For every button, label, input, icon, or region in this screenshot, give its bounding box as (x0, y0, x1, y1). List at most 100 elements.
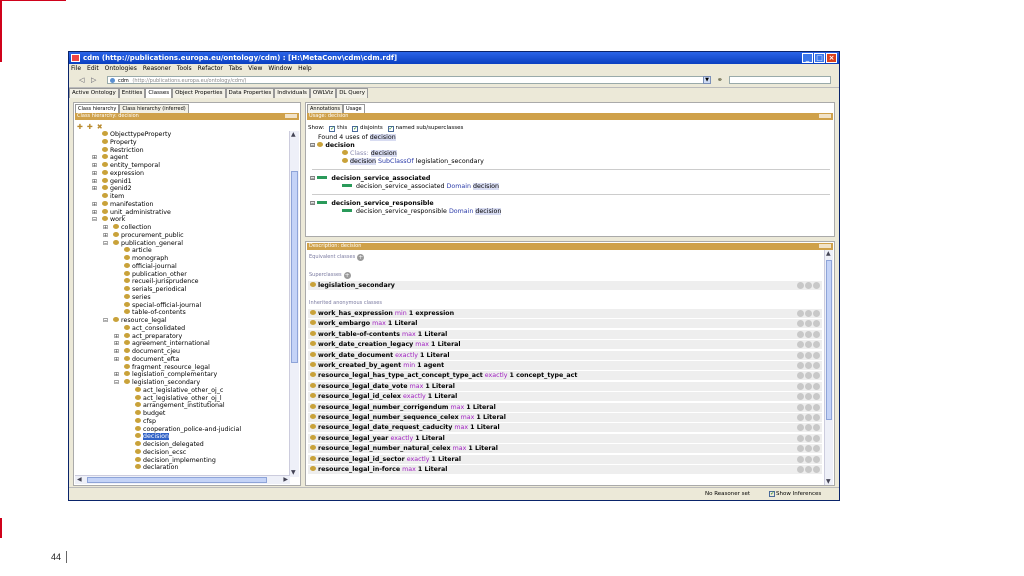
tree-node-agent[interactable]: ⊞ agent (92, 154, 128, 162)
tree-node-legislation_secondary[interactable]: ⊟ legislation_secondary (114, 379, 200, 387)
inherited-restriction-row[interactable]: resource_legal_date_request_caducity max… (308, 423, 822, 434)
show-inferences-checkbox[interactable]: ✓ (769, 491, 775, 497)
scroll-left-arrow-icon[interactable]: ◀ (77, 476, 82, 484)
ontology-address-field[interactable]: cdm (http://publications.europa.eu/ontol… (107, 76, 711, 84)
menu-view[interactable]: View (248, 65, 262, 72)
tree-node-serials_periodical[interactable]: serials_periodical (124, 286, 186, 294)
expand-icon[interactable]: ⊞ (103, 232, 108, 240)
inherited-restriction-row[interactable]: resource_legal_id_sector exactly 1 Liter… (308, 454, 822, 465)
info-icon[interactable] (797, 434, 804, 442)
inherited-restriction-row[interactable]: work_has_expression min 1 expression (308, 309, 822, 319)
info-icon[interactable] (797, 341, 804, 349)
delete-icon[interactable] (805, 414, 812, 421)
panel-controls-icon[interactable] (819, 114, 831, 118)
collapse-icon[interactable]: ⊟ (310, 200, 315, 207)
inherited-restriction-row[interactable]: resource_legal_date_vote max 1 Literal (308, 381, 822, 392)
tree-node-procurement_public[interactable]: ⊞ procurement_public (103, 231, 184, 240)
delete-icon[interactable] (805, 372, 812, 380)
delete-icon[interactable] (805, 455, 812, 463)
tab-individuals[interactable]: Individuals (274, 88, 310, 98)
tree-node-decision_ecsc[interactable]: decision_ecsc (135, 448, 186, 457)
edit-icon[interactable] (813, 414, 820, 421)
inherited-restriction-row[interactable]: resource_legal_has_type_act_concept_type… (308, 371, 822, 382)
tab-dl-query[interactable]: DL Query (336, 88, 368, 98)
info-icon[interactable] (797, 466, 804, 473)
tab-classes[interactable]: Classes (145, 88, 173, 98)
expand-icon[interactable]: ⊞ (114, 371, 119, 379)
add-sibling-icon[interactable]: ✚ (87, 123, 93, 131)
expand-icon[interactable]: ⊞ (114, 340, 119, 348)
tree-node-work[interactable]: ⊟ work (92, 216, 125, 224)
tree-node-special-official-journal[interactable]: special-official-journal (124, 301, 201, 310)
tree-horizontal-scrollbar[interactable]: ◀ ▶ (75, 475, 290, 484)
tree-node-item[interactable]: item (102, 193, 124, 201)
edit-icon[interactable] (813, 351, 820, 359)
add-subclass-icon[interactable]: ✚ (77, 123, 83, 131)
expand-icon[interactable]: ⊞ (92, 162, 97, 170)
inherited-restriction-row[interactable]: work_embargo max 1 Literal (308, 319, 822, 330)
tree-node-Restriction[interactable]: Restriction (102, 146, 144, 155)
delete-icon[interactable] (805, 403, 812, 411)
checkbox-named-sub-superclasses[interactable]: ✓ (387, 126, 394, 132)
expand-icon[interactable]: ⊞ (114, 333, 119, 341)
menu-window[interactable]: Window (268, 65, 292, 72)
info-icon[interactable] (797, 403, 804, 411)
panel-controls-icon[interactable] (285, 114, 297, 118)
info-icon[interactable] (797, 351, 804, 359)
info-icon[interactable] (797, 414, 804, 421)
edit-icon[interactable] (813, 362, 820, 369)
tree-hscroll-thumb[interactable] (87, 477, 267, 483)
tree-node-ObjecttypeProperty[interactable]: ObjecttypeProperty (102, 131, 171, 139)
tree-node-recueil-jurisprudence[interactable]: recueil-jurisprudence (124, 278, 199, 286)
menu-tabs[interactable]: Tabs (229, 65, 242, 72)
minimize-button[interactable]: _ (802, 53, 813, 63)
tree-node-manifestation[interactable]: ⊞ manifestation (92, 200, 154, 209)
tree-scroll-thumb[interactable] (291, 171, 298, 363)
info-icon[interactable] (797, 382, 804, 390)
tree-node-genid2[interactable]: ⊞ genid2 (92, 185, 132, 193)
info-icon[interactable] (797, 424, 804, 432)
tree-node-official-journal[interactable]: official-journal (124, 262, 177, 271)
usage-prop2-domain[interactable]: decision_service_responsible Domain deci… (342, 208, 502, 216)
close-button[interactable]: × (826, 53, 837, 63)
maximize-button[interactable]: □ (814, 53, 825, 63)
usage-class-declaration[interactable]: Class: decision (342, 150, 397, 158)
tab-data-properties[interactable]: Data Properties (225, 88, 275, 98)
menu-help[interactable]: Help (298, 65, 312, 72)
collapse-icon[interactable]: ⊟ (114, 379, 119, 387)
expand-icon[interactable]: ⊞ (92, 209, 97, 217)
checkbox-disjoints[interactable]: ✓ (351, 126, 358, 132)
tree-node-cfsp[interactable]: cfsp (135, 417, 156, 426)
chevron-down-icon[interactable]: ▼ (703, 76, 711, 84)
info-icon[interactable] (797, 330, 804, 338)
menu-tools[interactable]: Tools (177, 65, 192, 72)
edit-icon[interactable] (813, 445, 820, 453)
scroll-down-arrow-icon[interactable]: ▼ (291, 469, 296, 477)
inherited-restriction-row[interactable]: resource_legal_year exactly 1 Literal (308, 433, 822, 444)
edit-icon[interactable] (813, 372, 820, 380)
tree-node-document_efta[interactable]: ⊞ document_efta (114, 355, 179, 364)
info-icon[interactable] (797, 455, 804, 463)
delete-icon[interactable] (805, 330, 812, 338)
edit-icon[interactable] (813, 310, 820, 317)
expand-icon[interactable]: ⊞ (92, 185, 97, 193)
info-icon[interactable] (797, 445, 804, 453)
checkbox-this[interactable]: ✓ (329, 126, 335, 132)
usage-group-prop1[interactable]: ⊟ decision_service_associated (310, 175, 430, 183)
tree-node-budget[interactable]: budget (135, 410, 165, 418)
tree-node-article[interactable]: article (124, 247, 152, 255)
tree-node-resource_legal[interactable]: ⊟ resource_legal (103, 317, 167, 325)
tree-node-fragment_resource_legal[interactable]: fragment_resource_legal (124, 363, 210, 372)
edit-icon[interactable] (813, 320, 820, 328)
tree-node-act_legislative_other_oj_l[interactable]: act_legislative_other_oj_l (135, 394, 222, 403)
collapse-icon[interactable]: ⊟ (310, 175, 315, 182)
superclass-row[interactable]: legislation_secondary (308, 281, 822, 291)
tree-node-publication_general[interactable]: ⊟ publication_general (103, 239, 183, 248)
add-superclass-icon[interactable]: + (343, 272, 351, 279)
usage-group-prop2[interactable]: ⊟ decision_service_responsible (310, 200, 434, 208)
scroll-up-arrow-icon[interactable]: ▲ (291, 131, 296, 139)
usage-prop1-domain[interactable]: decision_service_associated Domain decis… (342, 183, 499, 191)
collapse-icon[interactable]: ⊟ (92, 216, 97, 224)
tab-class-hierarchy-inferred[interactable]: Class hierarchy (inferred) (119, 104, 189, 113)
inherited-restriction-row[interactable]: resource_legal_number_sequence_celex max… (308, 413, 822, 423)
